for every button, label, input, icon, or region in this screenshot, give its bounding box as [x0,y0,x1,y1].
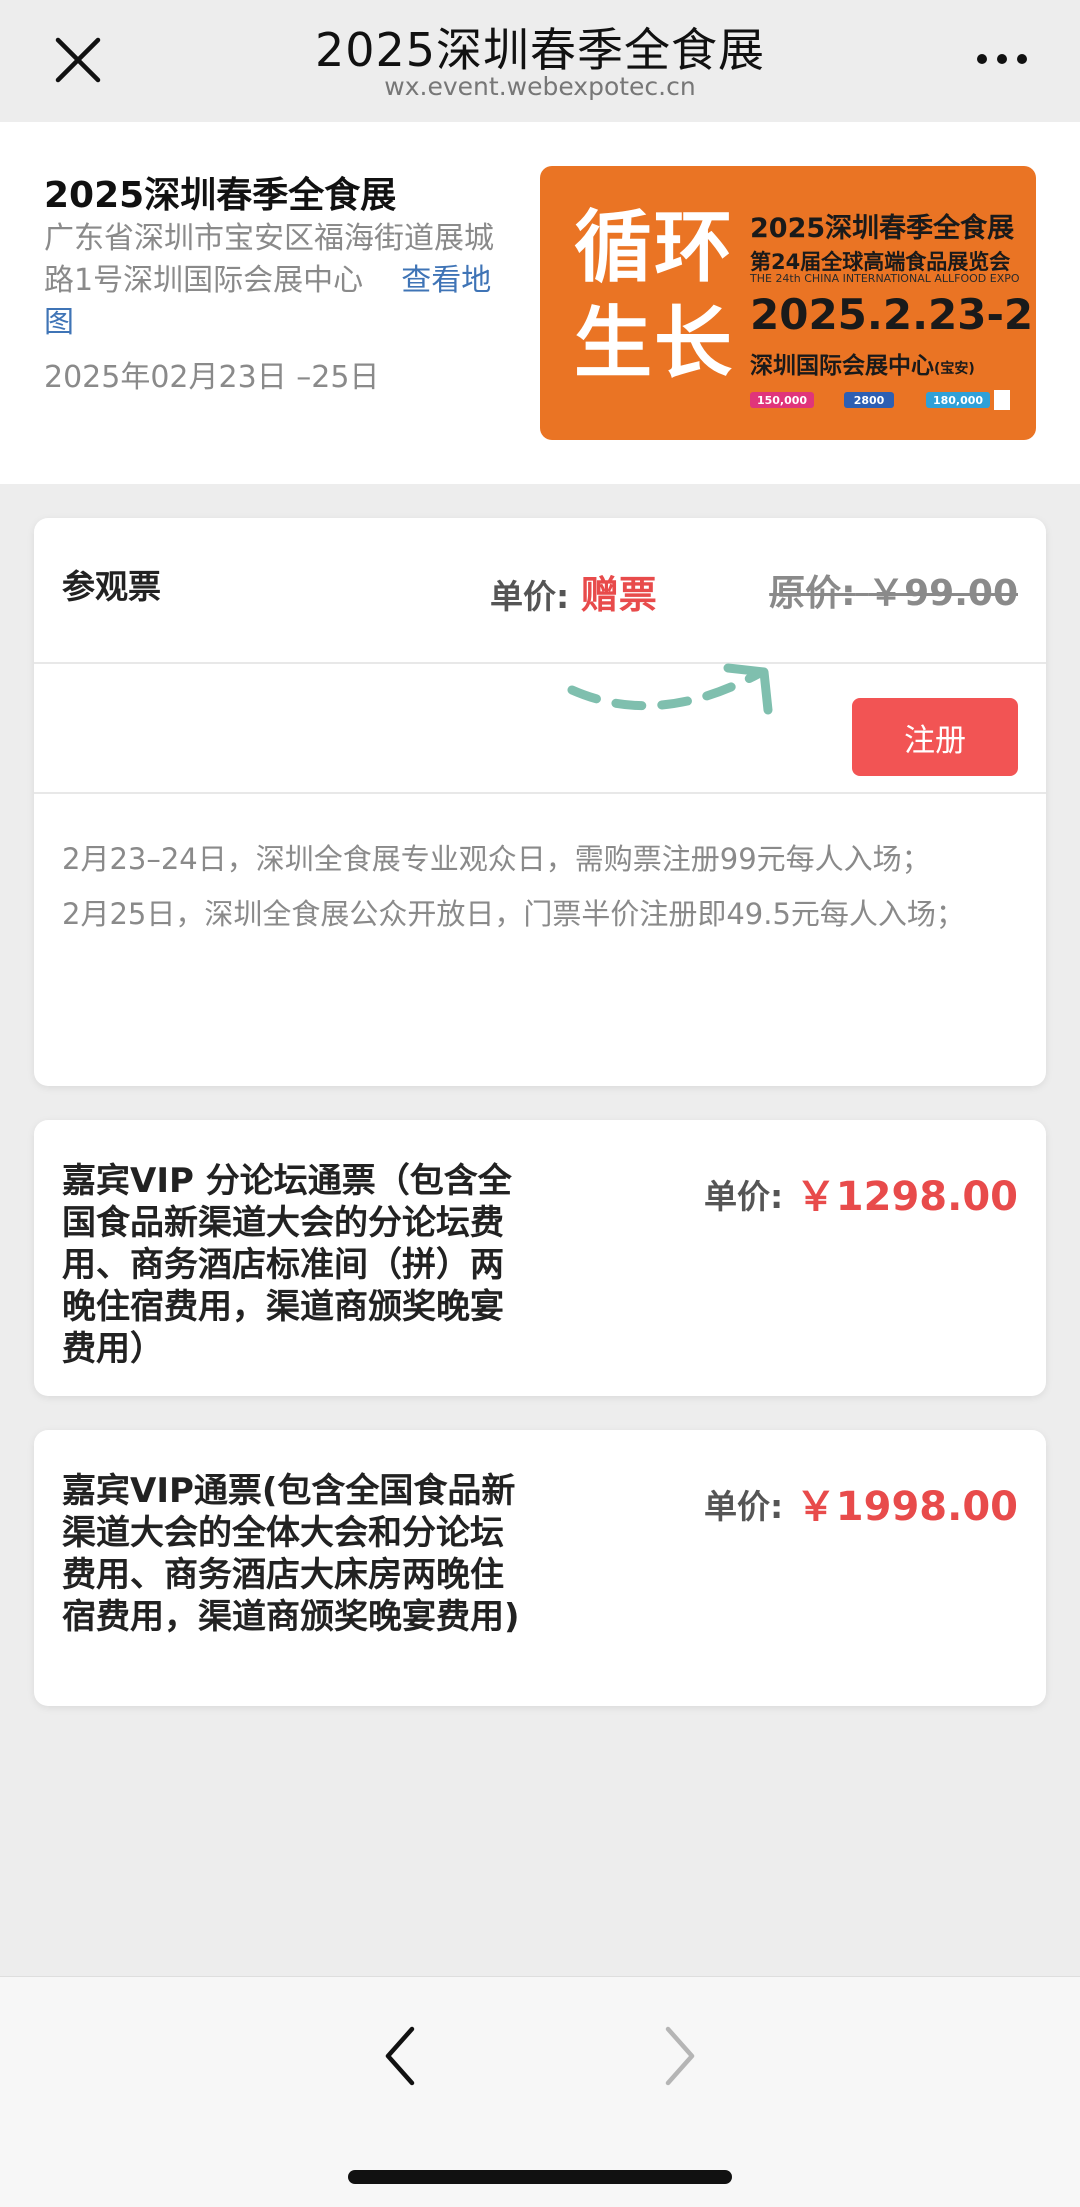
event-address: 广东省深圳市宝安区福海街道展城路1号深圳国际会展中心 查看地图 [44,218,514,344]
ticket-price: ￥1298.00 [795,1174,1018,1220]
event-poster[interactable]: 循环生长 2025深圳春季全食展 第24届全球高端食品展览会 THE 24th … [540,166,1036,440]
ticket-name: 嘉宾VIP 分论坛通票（包含全国食品新渠道大会的分论坛费用、商务酒店标准间（拼）… [62,1161,512,1369]
poster-stat-2: 180,000 [933,394,983,407]
chevron-right-icon[interactable] [660,2021,700,2091]
register-button[interactable]: 注册 [852,698,1018,776]
chevron-left-icon[interactable] [380,2021,420,2091]
ticket-card-visitor: 参观票 单价: 赠票 原价: ￥99.00 注册 2月23–24日，深圳全食展专… [34,518,1046,1086]
ticket-card-vip-forum[interactable]: 嘉宾VIP 分论坛通票（包含全国食品新渠道大会的分论坛费用、商务酒店标准间（拼）… [34,1120,1046,1396]
ticket-card-vip-full[interactable]: 嘉宾VIP通票(包含全国食品新渠道大会的全体大会和分论坛费用、商务酒店大床房两晚… [34,1430,1046,1706]
ticket-notes: 2月23–24日，深圳全食展专业观众日，需购票注册99元每人入场； 2月25日，… [62,832,1022,942]
ticket-note-line: 2月23–24日，深圳全食展专业观众日，需购票注册99元每人入场； [62,842,931,876]
top-nav-bar: 2025深圳春季全食展 wx.event.webexpotec.cn [0,0,1080,122]
page-title: 2025深圳春季全食展 [314,23,766,77]
poster-venue: 深圳国际会展中心(宝安) [750,353,975,379]
ticket-price: ￥1998.00 [795,1484,1018,1530]
ticket-name: 嘉宾VIP通票(包含全国食品新渠道大会的全体大会和分论坛费用、商务酒店大床房两晚… [62,1471,520,1637]
poster-stats-strip: 150,000 2800 180,000 [750,390,1010,410]
poster-date: 2025.2.23-25 [750,290,1036,339]
more-icon[interactable] [972,44,1032,74]
home-indicator[interactable] [348,2170,732,2184]
dashed-arrow-icon [567,663,773,715]
event-header: 2025深圳春季全食展 广东省深圳市宝安区福海街道展城路1号深圳国际会展中心 查… [0,122,1080,484]
ticket-unit-label: 单价: [704,1487,784,1526]
ticket-price-free: 赠票 [580,573,657,617]
ticket-original-price: 原价: ￥99.00 [769,573,1018,614]
poster-title: 2025深圳春季全食展 [750,213,1015,244]
ticket-note-line: 2月25日，深圳全食展公众开放日，门票半价注册即49.5元每人入场； [62,897,965,931]
poster-slogan: 循环生长 [574,203,735,389]
ticket-unit-label: 单价: [704,1177,784,1216]
poster-stat-0: 150,000 [757,394,807,407]
poster-stat-1: 2800 [854,394,885,407]
page-url: wx.event.webexpotec.cn [384,72,696,101]
event-date: 2025年02月23日 –25日 [44,360,380,395]
poster-english-title: THE 24th CHINA INTERNATIONAL ALLFOOD EXP… [750,272,1020,285]
ticket-unit-price: 单价: 赠票 [490,573,657,617]
event-name: 2025深圳春季全食展 [44,175,397,216]
divider [34,792,1046,794]
ticket-name: 参观票 [62,567,161,606]
